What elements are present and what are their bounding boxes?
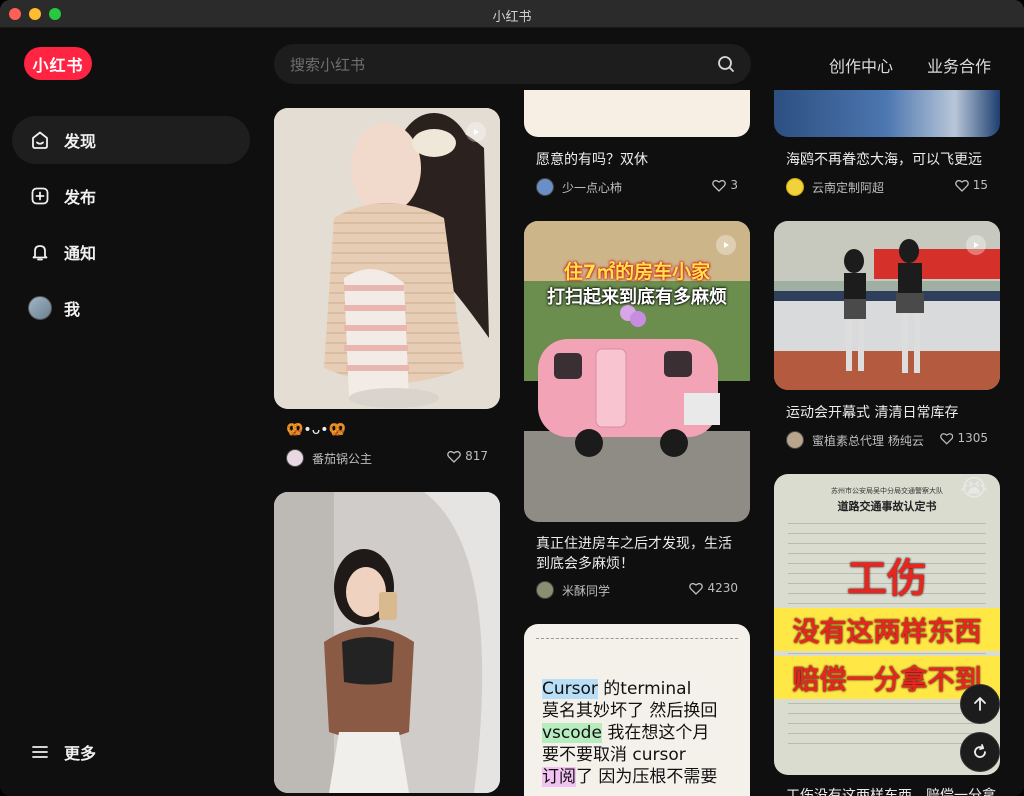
note-cover-image[interactable]: 苏州市公安局吴中分局交通警察大队 道路交通事故认定书 😭 工伤 没有这两样东西 … (774, 474, 1000, 775)
note-cover-image[interactable] (274, 108, 500, 409)
author-avatar (786, 431, 804, 449)
sidebar-item-label: 我 (64, 300, 81, 319)
app-window: 小红书 小红书 发现 发布 通知 我 更多 搜索小红书 创作中心 业务合作 🥨•… (0, 0, 1024, 796)
logo[interactable]: 小红书 (24, 47, 92, 80)
creator-center-link[interactable]: 创作中心 (829, 53, 893, 77)
like-button[interactable]: 817 (440, 449, 488, 463)
window-title: 小红书 (492, 10, 532, 25)
heart-icon (712, 179, 727, 192)
note-author[interactable]: 蜜植素总代理 杨纯云 (786, 431, 924, 449)
sidebar-item-discover[interactable]: 发现 (12, 116, 250, 164)
home-icon (28, 128, 52, 152)
cover-text-line: 要不要取消 cursor (542, 745, 686, 765)
video-badge-icon (716, 235, 736, 255)
note-title[interactable]: 🥨•ᴗ•🥨 (286, 420, 486, 440)
like-count: 4230 (707, 581, 738, 595)
sidebar-item-label: 通知 (64, 244, 97, 263)
search-icon[interactable] (716, 54, 736, 78)
sidebar-more-label: 更多 (64, 744, 97, 763)
note-cover-image[interactable]: Cursor 的terminal 莫名其妙坏了 然后换回 vscode 我在想这… (524, 624, 750, 796)
cover-text-line: Cursor 的terminal (542, 679, 692, 699)
search-input[interactable]: 搜索小红书 (274, 44, 751, 84)
cover-headline: 工伤 (847, 556, 927, 602)
note-cover-image[interactable] (524, 90, 750, 137)
arrow-up-icon (974, 697, 986, 711)
author-avatar (536, 178, 554, 196)
author-name: 蜜植素总代理 杨纯云 (812, 433, 924, 448)
note-title[interactable]: 真正住进房车之后才发现，生活到底会多麻烦！ (536, 534, 742, 574)
note-title[interactable]: 海鸥不再眷恋大海，可以飞更远 (786, 150, 996, 170)
author-avatar (286, 449, 304, 467)
business-cooperation-link[interactable]: 业务合作 (927, 53, 991, 77)
menu-icon (28, 740, 52, 764)
note-cover-image[interactable] (774, 221, 1000, 390)
note-title[interactable]: 工伤没有这两样东西，赔偿一分拿不到 (786, 786, 996, 796)
title-bar: 小红书 (0, 0, 1024, 28)
divider (536, 638, 738, 639)
avatar-wrapper (28, 296, 52, 320)
note-title[interactable]: 愿意的有吗？双休 (536, 150, 741, 170)
like-count: 15 (972, 178, 988, 192)
note-author[interactable]: 米酥同学 (536, 581, 610, 599)
like-button[interactable]: 1305 (940, 431, 988, 445)
avatar (28, 296, 52, 320)
refresh-button[interactable] (960, 732, 1000, 772)
sidebar-item-label: 发布 (64, 188, 97, 207)
like-button[interactable]: 4230 (680, 581, 738, 595)
author-name: 番茄锅公主 (312, 451, 373, 466)
cover-subheadline: 打扫起来到底有多麻烦 (547, 287, 727, 308)
cover-subheadline: 没有这两样东西 (774, 608, 1000, 651)
plus-square-icon (28, 184, 52, 208)
back-to-top-button[interactable] (960, 684, 1000, 724)
cover-headline: 住7㎡的房车小家 (563, 261, 711, 283)
like-button[interactable]: 3 (690, 178, 738, 192)
sidebar-item-notifications[interactable]: 通知 (12, 228, 250, 276)
bell-icon (28, 240, 52, 264)
note-title[interactable]: 运动会开幕式 清清日常库存 (786, 403, 996, 423)
cover-illustration (274, 108, 500, 409)
author-name: 米酥同学 (562, 583, 611, 598)
heart-icon (954, 179, 969, 192)
note-cover-image[interactable]: 住7㎡的房车小家 打扫起来到底有多麻烦 (524, 221, 750, 522)
refresh-icon (974, 744, 986, 758)
cover-text-line: 莫名其妙坏了 然后换回 (542, 701, 718, 721)
author-name: 少一点心柿 (562, 180, 623, 195)
heart-icon (447, 450, 461, 463)
like-count: 1305 (957, 431, 988, 445)
note-author[interactable]: 少一点心柿 (536, 178, 622, 196)
note-author[interactable]: 番茄锅公主 (286, 449, 372, 467)
like-count: 817 (465, 449, 488, 463)
search-placeholder: 搜索小红书 (290, 55, 366, 74)
author-avatar (786, 178, 804, 196)
sidebar-item-publish[interactable]: 发布 (12, 172, 250, 220)
note-author[interactable]: 云南定制阿超 (786, 178, 884, 196)
sidebar-more-button[interactable]: 更多 (12, 728, 250, 776)
note-cover-image[interactable] (274, 492, 500, 793)
like-button[interactable]: 15 (940, 178, 988, 192)
note-cover-image[interactable] (774, 90, 1000, 137)
heart-icon (689, 582, 704, 595)
crying-emoji-icon: 😭 (960, 474, 989, 502)
author-avatar (536, 581, 554, 599)
author-name: 云南定制阿超 (812, 180, 885, 195)
sidebar-item-label: 发现 (64, 132, 97, 151)
cover-text-block: Cursor 的terminal 莫名其妙坏了 然后换回 vscode 我在想这… (542, 678, 750, 788)
heart-icon (940, 432, 954, 445)
video-badge-icon (466, 122, 486, 142)
like-count: 3 (730, 178, 738, 192)
sidebar-item-me[interactable]: 我 (12, 284, 250, 332)
cover-text-line: 订阅了 因为压根不需要 (542, 767, 718, 787)
video-badge-icon (966, 235, 986, 255)
cover-text-line: vscode 我在想这个月 (542, 723, 710, 743)
cover-illustration (274, 492, 500, 793)
